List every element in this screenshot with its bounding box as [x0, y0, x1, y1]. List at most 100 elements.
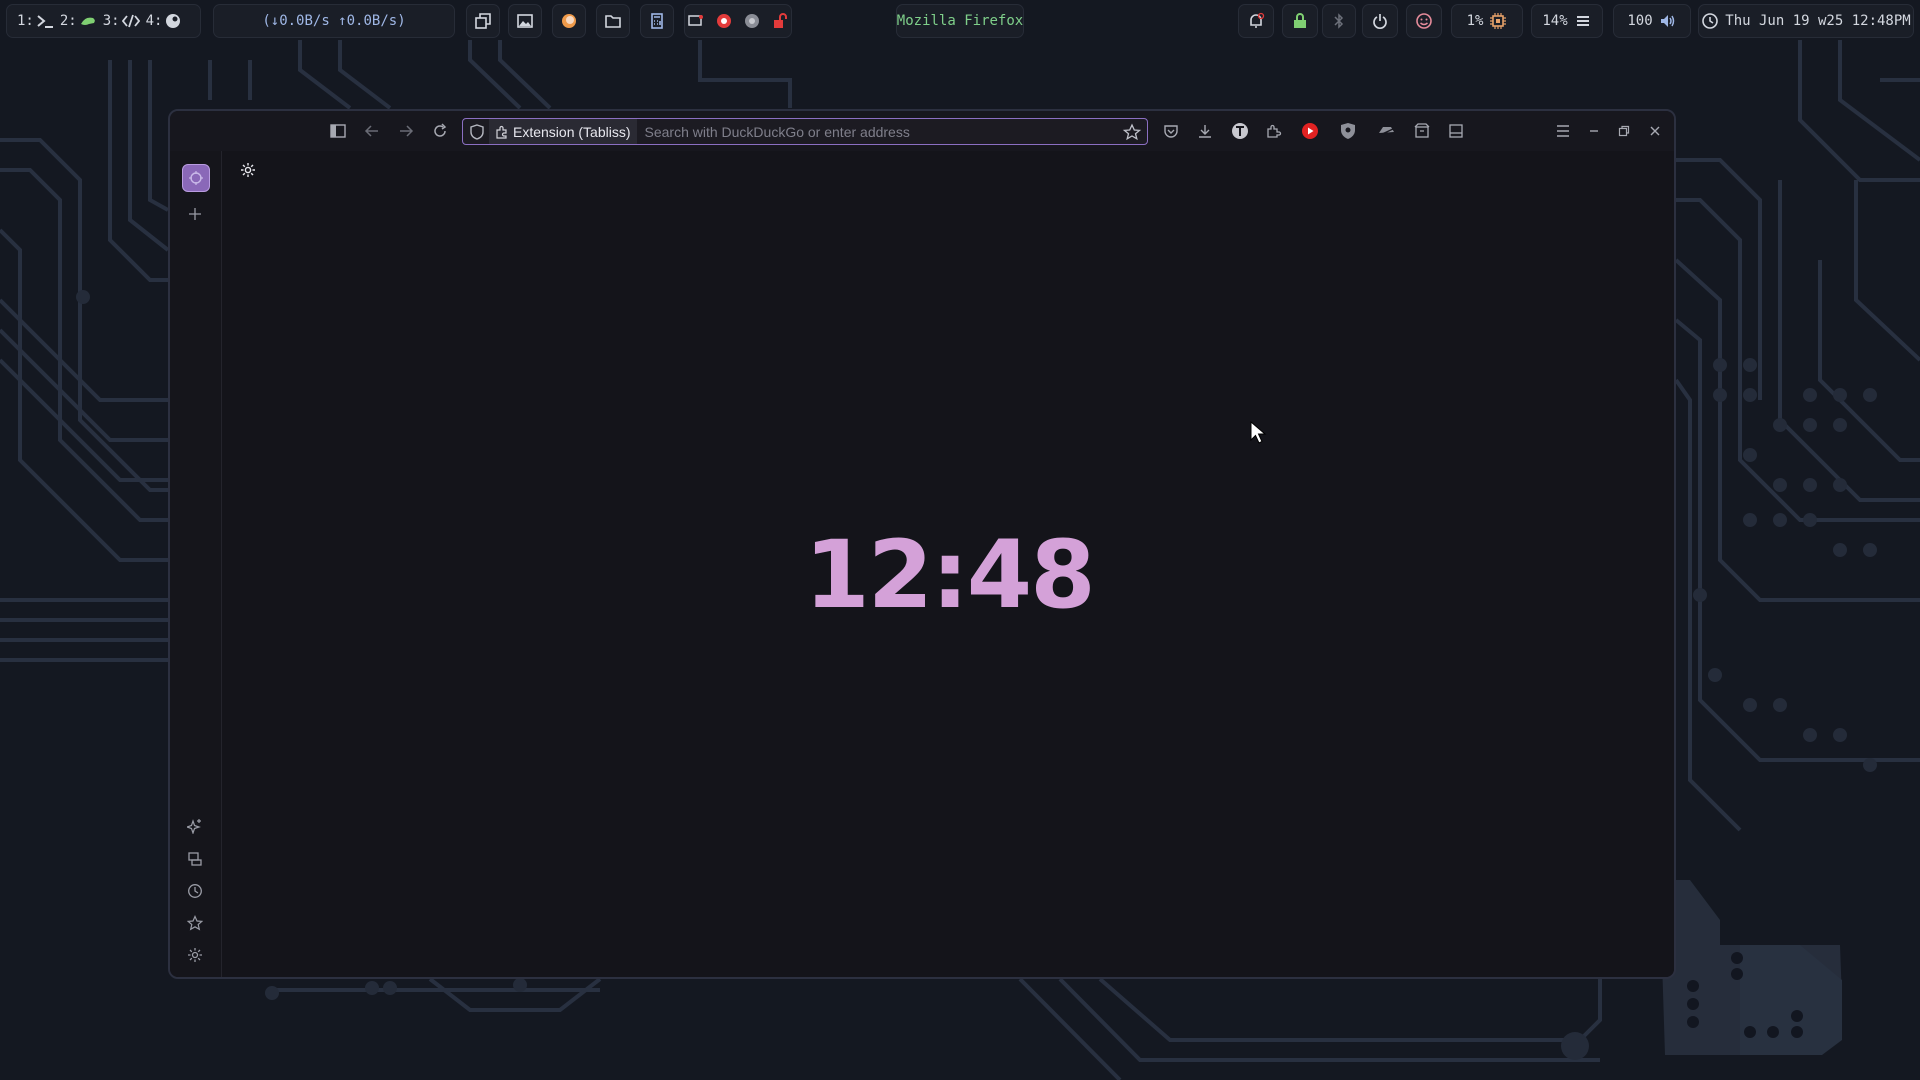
- workspace-3-number: 3:: [102, 13, 120, 29]
- cpu-chip-icon: [1490, 13, 1507, 29]
- minimize-icon: [1590, 130, 1598, 132]
- workspace-2[interactable]: 2:: [60, 12, 97, 30]
- launcher-image-viewer[interactable]: [508, 4, 542, 38]
- sidebar-synced-tabs-button[interactable]: [184, 848, 206, 870]
- extensions-button[interactable]: [1263, 120, 1285, 142]
- sparkle-icon: [187, 819, 201, 834]
- tabliss-page: 12:48: [222, 151, 1674, 977]
- close-icon: [1650, 126, 1660, 136]
- smiley-icon: [1416, 13, 1432, 29]
- lock-button[interactable]: [1282, 4, 1318, 38]
- memory-usage-value: 14%: [1542, 13, 1568, 29]
- bookmark-star-icon[interactable]: [1121, 122, 1143, 141]
- workspace-4-number: 4:: [145, 13, 163, 29]
- window-title-text: Mozilla Firefox: [896, 13, 1024, 29]
- extension-chip-label: Extension (Tabliss): [513, 123, 631, 140]
- unlock-icon[interactable]: [771, 12, 789, 30]
- arrow-right-icon: [400, 125, 414, 137]
- steam-icon: [166, 14, 181, 28]
- recording-controls: [684, 4, 792, 38]
- sidebar-history-button[interactable]: [184, 880, 206, 902]
- pocket-button[interactable]: [1160, 120, 1182, 142]
- browser-sidebar: [170, 151, 222, 977]
- arrow-left-icon: [364, 125, 378, 137]
- browser-toolbar: Extension (Tabliss): [170, 111, 1674, 151]
- cpu-usage: 1%: [1451, 4, 1523, 38]
- bell-icon: [1250, 12, 1265, 28]
- notifications-button[interactable]: [1238, 4, 1274, 38]
- image-icon: [517, 14, 533, 28]
- chameleon-icon: [80, 17, 95, 25]
- new-tab-button[interactable]: [184, 203, 206, 225]
- sidebar-ai-chat-button[interactable]: [184, 815, 206, 837]
- t-circle-icon: [1232, 123, 1248, 139]
- pocket-icon: [1164, 125, 1178, 138]
- power-icon: [1373, 14, 1387, 30]
- firefox-icon: [562, 14, 576, 28]
- sidebar-bookmarks-button[interactable]: [184, 912, 206, 934]
- sidebar-toggle-button[interactable]: [327, 120, 349, 142]
- downloads-button[interactable]: [1194, 120, 1216, 142]
- time-display: 12:48: [804, 521, 1095, 630]
- address-bar[interactable]: Extension (Tabliss): [462, 118, 1148, 145]
- tabliss-favicon-icon: [189, 171, 203, 185]
- cpu-usage-value: 1%: [1466, 13, 1484, 29]
- minimize-button[interactable]: [1583, 120, 1605, 142]
- network-speed: (↓0.0B/s ↑0.0B/s): [213, 4, 455, 38]
- forward-button[interactable]: [395, 120, 417, 142]
- sidebar-icon: [330, 124, 346, 138]
- dark-reader-button[interactable]: [1375, 120, 1397, 142]
- bluetooth-button[interactable]: [1322, 4, 1356, 38]
- workspace-2-number: 2:: [59, 13, 77, 29]
- record-icon[interactable]: [715, 12, 733, 30]
- launcher-calculator[interactable]: [640, 4, 674, 38]
- shield-badge-icon: [1341, 123, 1355, 139]
- close-button[interactable]: [1644, 120, 1666, 142]
- youtube-extension-button[interactable]: [1299, 120, 1321, 142]
- power-button[interactable]: [1362, 4, 1398, 38]
- restore-icon: [1618, 125, 1630, 137]
- tracking-shield-icon[interactable]: [465, 123, 489, 140]
- synced-tabs-icon: [188, 852, 202, 866]
- restore-button[interactable]: [1613, 120, 1635, 142]
- workspace-1[interactable]: 1:: [17, 12, 54, 30]
- extension-identity-chip[interactable]: Extension (Tabliss): [489, 119, 637, 144]
- workspace-switcher: 1: 2: 3: 4:: [6, 4, 201, 38]
- url-input[interactable]: [636, 119, 1121, 144]
- launcher-files[interactable]: [596, 4, 630, 38]
- bluetooth-icon: [1334, 13, 1344, 29]
- workspace-1-number: 1:: [17, 13, 34, 29]
- workspace-4[interactable]: 4:: [146, 12, 183, 30]
- app-menu-button[interactable]: [1552, 120, 1574, 142]
- screenshot-button[interactable]: [1445, 120, 1467, 142]
- history-clock-icon: [188, 884, 202, 898]
- folder-icon: [605, 15, 621, 28]
- tab-tabliss[interactable]: [182, 164, 210, 192]
- lock-icon: [1294, 13, 1306, 28]
- containers-button[interactable]: [1411, 120, 1433, 142]
- sidebar-settings-button[interactable]: [184, 944, 206, 966]
- reload-button[interactable]: [429, 120, 451, 142]
- gear-icon: [241, 163, 255, 177]
- clock-widget[interactable]: Thu Jun 19 w25 12:48PM: [1698, 4, 1914, 38]
- screen-cast-icon[interactable]: [687, 12, 705, 30]
- plus-icon: [189, 208, 201, 220]
- memory-usage: 14%: [1531, 4, 1603, 38]
- code-brackets-icon: [121, 14, 140, 28]
- memory-bars-icon: [1576, 16, 1589, 26]
- ublock-button[interactable]: [1337, 120, 1359, 142]
- launcher-firefox[interactable]: [552, 4, 586, 38]
- download-icon: [1199, 125, 1211, 138]
- back-button[interactable]: [361, 120, 383, 142]
- container-box-icon: [1414, 123, 1430, 138]
- emoji-button[interactable]: [1406, 4, 1442, 38]
- workspace-3[interactable]: 3:: [103, 12, 140, 30]
- volume-control[interactable]: 100: [1613, 4, 1691, 38]
- tabliss-settings-button[interactable]: [238, 160, 258, 180]
- webcam-icon[interactable]: [743, 12, 761, 30]
- translate-extension-button[interactable]: [1229, 120, 1251, 142]
- launcher-windows[interactable]: [466, 4, 500, 38]
- speaker-icon: [1660, 15, 1674, 27]
- glasses-icon: [1379, 127, 1394, 136]
- windows-overlap-icon: [475, 13, 491, 29]
